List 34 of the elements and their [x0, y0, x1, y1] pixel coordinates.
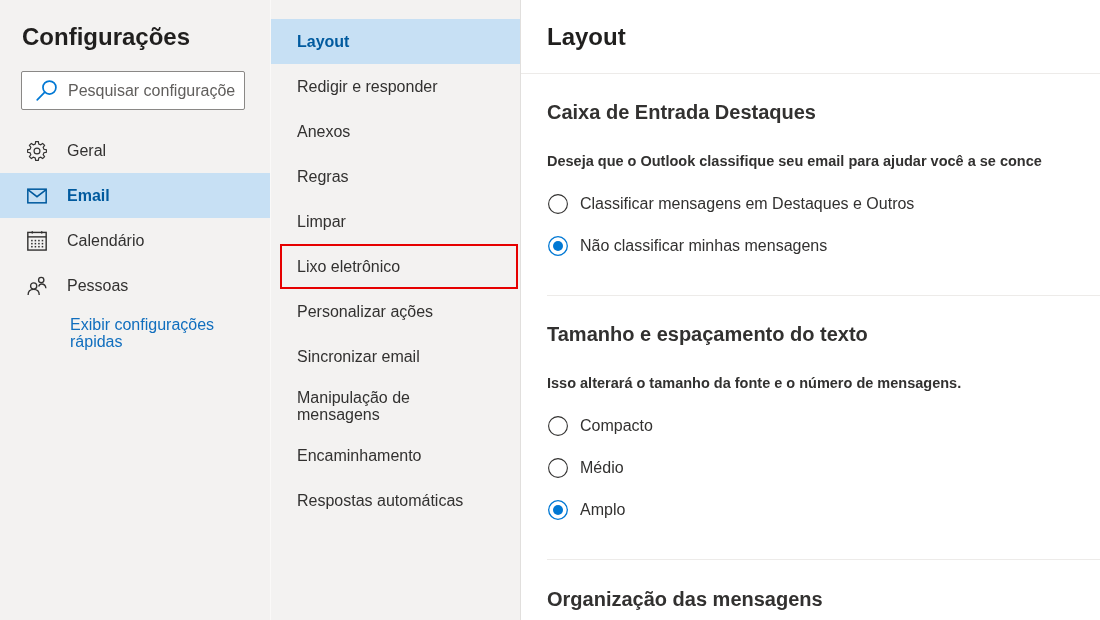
radio-option[interactable]: Não classificar minhas mensagens [547, 231, 830, 261]
settings-title: Configurações [21, 22, 191, 52]
radio-option[interactable]: Compacto [547, 411, 655, 441]
search-field[interactable]: Pesquisar configuraçõe [21, 71, 245, 110]
nav-item[interactable]: Geral [0, 128, 270, 173]
submenu-item[interactable]: Encaminhamento [271, 433, 520, 478]
radio-option[interactable]: Amplo [547, 495, 628, 525]
page-title: Layout [547, 21, 626, 52]
submenu-item[interactable]: Manipulação de mensagens [271, 379, 520, 433]
nav-item[interactable]: Pessoas [0, 263, 270, 308]
submenu-item[interactable]: Limpar [271, 199, 520, 244]
people-icon [27, 275, 47, 296]
radio-option[interactable]: Classificar mensagens em Destaques e Outros [547, 189, 917, 219]
quick-settings-link[interactable]: Exibir configurações rápidas [70, 316, 240, 350]
submenu-item[interactable]: Redigir e responder [271, 64, 520, 109]
section-description: Deseja que o Outlook classifique seu email para ajudar você a se conce [547, 152, 1043, 171]
submenu-item[interactable]: Respostas automáticas [271, 478, 520, 523]
section-heading: Tamanho e espaçamento do texto [547, 322, 869, 347]
submenu-item[interactable]: Sincronizar email [271, 334, 520, 379]
submenu-item[interactable]: Layout [271, 19, 520, 64]
envelope-icon [27, 185, 47, 206]
submenu-item[interactable]: Personalizar ações [271, 289, 520, 334]
radio-option[interactable]: Médio [547, 453, 626, 483]
calendar-icon [27, 230, 47, 251]
submenu-item[interactable]: Regras [271, 154, 520, 199]
nav-item[interactable]: Calendário [0, 218, 270, 263]
submenu-item[interactable]: Anexos [271, 109, 520, 154]
search-icon [36, 79, 58, 101]
nav-item[interactable]: Email [0, 173, 270, 218]
section-description: Isso alterará o tamanho da fonte e o número de mensagens. [547, 374, 963, 393]
gear-icon [27, 140, 47, 161]
section-heading: Caixa de Entrada Destaques [547, 100, 817, 125]
section-heading: Organização das mensagens [547, 587, 824, 612]
submenu-item[interactable]: Lixo eletrônico [280, 244, 518, 289]
